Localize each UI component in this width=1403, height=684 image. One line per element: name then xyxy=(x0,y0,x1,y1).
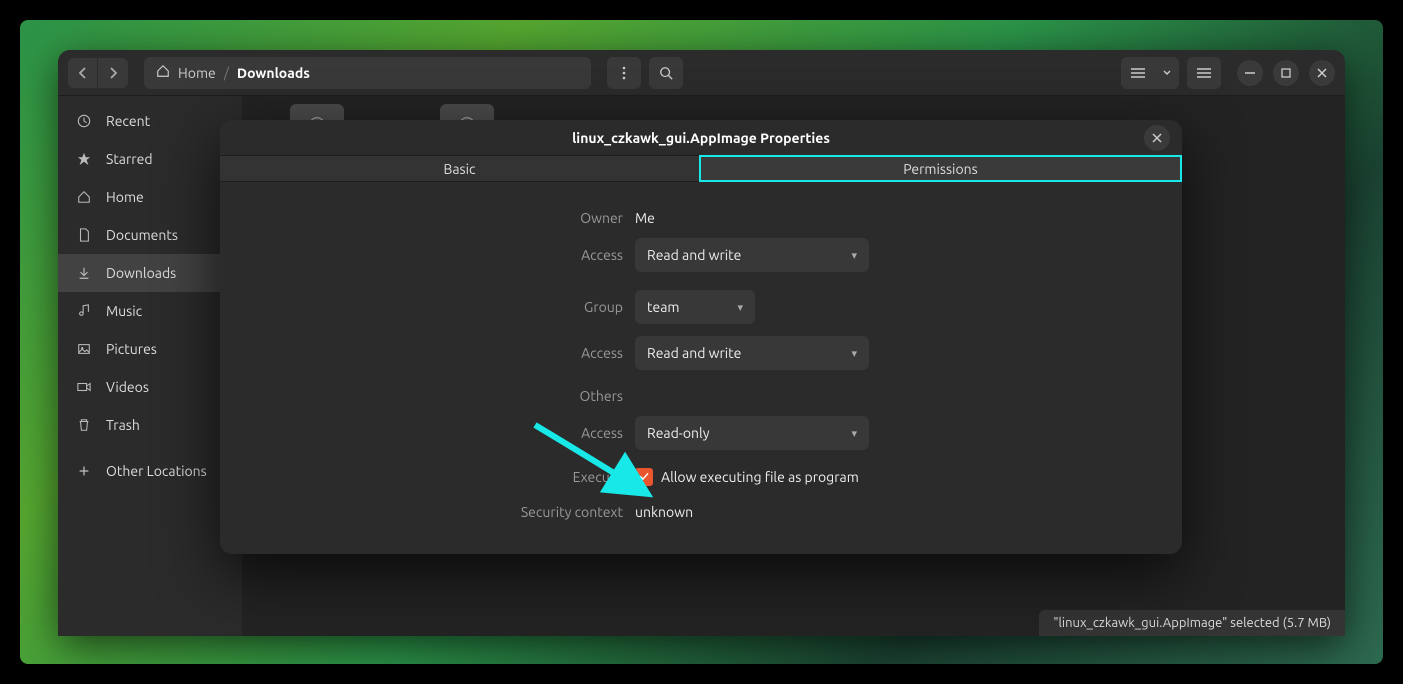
security-context-row: Security context unknown xyxy=(441,504,961,520)
dialog-body: Owner Me Access Read and write ▾ Group t… xyxy=(220,182,1182,554)
home-icon xyxy=(76,190,92,204)
sidebar-item-videos[interactable]: Videos xyxy=(58,368,242,406)
access-label: Access xyxy=(441,247,635,263)
sidebar-item-label: Other Locations xyxy=(106,463,207,479)
breadcrumb-home[interactable]: Home xyxy=(178,65,216,81)
view-dropdown-button[interactable] xyxy=(1155,57,1179,89)
sidebar-item-label: Videos xyxy=(106,379,149,395)
owner-value: Me xyxy=(635,210,655,226)
select-value: team xyxy=(647,299,679,315)
sidebar-item-label: Music xyxy=(106,303,142,319)
others-access-select[interactable]: Read-only ▾ xyxy=(635,416,869,450)
sidebar: Recent Starred Home Documents Downloads … xyxy=(58,96,242,636)
group-select[interactable]: team ▾ xyxy=(635,290,755,324)
document-icon xyxy=(76,228,92,242)
execute-checkbox[interactable]: ✓ xyxy=(635,468,653,486)
execute-label: Execute xyxy=(441,469,635,485)
security-context-value: unknown xyxy=(635,504,693,520)
toolbar: Home / Downloads xyxy=(58,50,1345,96)
select-value: Read and write xyxy=(647,247,741,263)
kebab-menu-button[interactable] xyxy=(607,57,641,89)
chevron-down-icon: ▾ xyxy=(851,427,857,440)
sidebar-item-label: Downloads xyxy=(106,265,176,281)
sidebar-item-pictures[interactable]: Pictures xyxy=(58,330,242,368)
download-icon xyxy=(76,266,92,280)
status-bar: "linux_czkawk_gui.AppImage" selected (5.… xyxy=(1039,610,1345,636)
star-icon xyxy=(76,152,92,166)
sidebar-item-label: Trash xyxy=(106,417,140,433)
owner-label: Owner xyxy=(441,210,635,226)
minimize-button[interactable] xyxy=(1237,60,1263,86)
back-button[interactable] xyxy=(68,58,98,88)
others-label: Others xyxy=(441,388,635,404)
chevron-down-icon: ▾ xyxy=(851,249,857,262)
group-access-select[interactable]: Read and write ▾ xyxy=(635,336,869,370)
dialog-title: linux_czkawk_gui.AppImage Properties xyxy=(572,130,830,146)
group-access-row: Access Read and write ▾ xyxy=(441,336,961,370)
view-mode-group xyxy=(1121,57,1179,89)
home-icon xyxy=(156,64,170,81)
dialog-header: linux_czkawk_gui.AppImage Properties xyxy=(220,120,1182,155)
tab-label: Basic xyxy=(443,161,475,177)
sidebar-item-downloads[interactable]: Downloads xyxy=(58,254,242,292)
dialog-tabs: Basic Permissions xyxy=(220,155,1182,182)
access-label: Access xyxy=(441,345,635,361)
music-icon xyxy=(76,304,92,318)
breadcrumb[interactable]: Home / Downloads xyxy=(144,57,591,89)
select-value: Read and write xyxy=(647,345,741,361)
execute-row: Execute ✓ Allow executing file as progra… xyxy=(441,468,961,486)
select-value: Read-only xyxy=(647,425,709,441)
sidebar-item-trash[interactable]: Trash xyxy=(58,406,242,444)
sidebar-item-label: Home xyxy=(106,189,144,205)
group-row: Group team ▾ xyxy=(441,290,961,324)
window-controls xyxy=(1237,60,1335,86)
sidebar-item-label: Documents xyxy=(106,227,178,243)
chevron-down-icon: ▾ xyxy=(851,347,857,360)
owner-access-select[interactable]: Read and write ▾ xyxy=(635,238,869,272)
owner-row: Owner Me xyxy=(441,210,961,226)
list-view-button[interactable] xyxy=(1121,57,1155,89)
sidebar-item-label: Recent xyxy=(106,113,150,129)
maximize-button[interactable] xyxy=(1273,60,1299,86)
access-label: Access xyxy=(441,425,635,441)
sidebar-item-other-locations[interactable]: Other Locations xyxy=(58,452,242,490)
sidebar-item-documents[interactable]: Documents xyxy=(58,216,242,254)
owner-access-row: Access Read and write ▾ xyxy=(441,238,961,272)
dialog-close-button[interactable] xyxy=(1144,125,1170,151)
others-access-row: Access Read-only ▾ xyxy=(441,416,961,450)
close-button[interactable] xyxy=(1309,60,1335,86)
tab-label: Permissions xyxy=(903,161,977,177)
forward-button[interactable] xyxy=(98,58,128,88)
breadcrumb-separator: / xyxy=(224,65,229,81)
picture-icon xyxy=(76,342,92,356)
sidebar-item-label: Pictures xyxy=(106,341,157,357)
sidebar-item-starred[interactable]: Starred xyxy=(58,140,242,178)
sidebar-item-home[interactable]: Home xyxy=(58,178,242,216)
execute-checkbox-label: Allow executing file as program xyxy=(661,469,859,485)
properties-dialog: linux_czkawk_gui.AppImage Properties Bas… xyxy=(220,120,1182,554)
trash-icon xyxy=(76,418,92,432)
sidebar-item-music[interactable]: Music xyxy=(58,292,242,330)
nav-button-group xyxy=(68,58,128,88)
security-context-label: Security context xyxy=(441,504,635,520)
video-icon xyxy=(76,380,92,394)
hamburger-menu-button[interactable] xyxy=(1187,57,1221,89)
sidebar-item-recent[interactable]: Recent xyxy=(58,102,242,140)
others-row: Others xyxy=(441,388,961,404)
tab-permissions[interactable]: Permissions xyxy=(699,155,1182,182)
sidebar-item-label: Starred xyxy=(106,151,153,167)
breadcrumb-current[interactable]: Downloads xyxy=(237,65,310,81)
plus-icon xyxy=(76,464,92,478)
status-text: "linux_czkawk_gui.AppImage" selected (5.… xyxy=(1053,616,1331,630)
group-label: Group xyxy=(441,299,635,315)
search-button[interactable] xyxy=(649,57,683,89)
tab-basic[interactable]: Basic xyxy=(220,155,699,182)
clock-icon xyxy=(76,114,92,128)
chevron-down-icon: ▾ xyxy=(737,301,743,314)
